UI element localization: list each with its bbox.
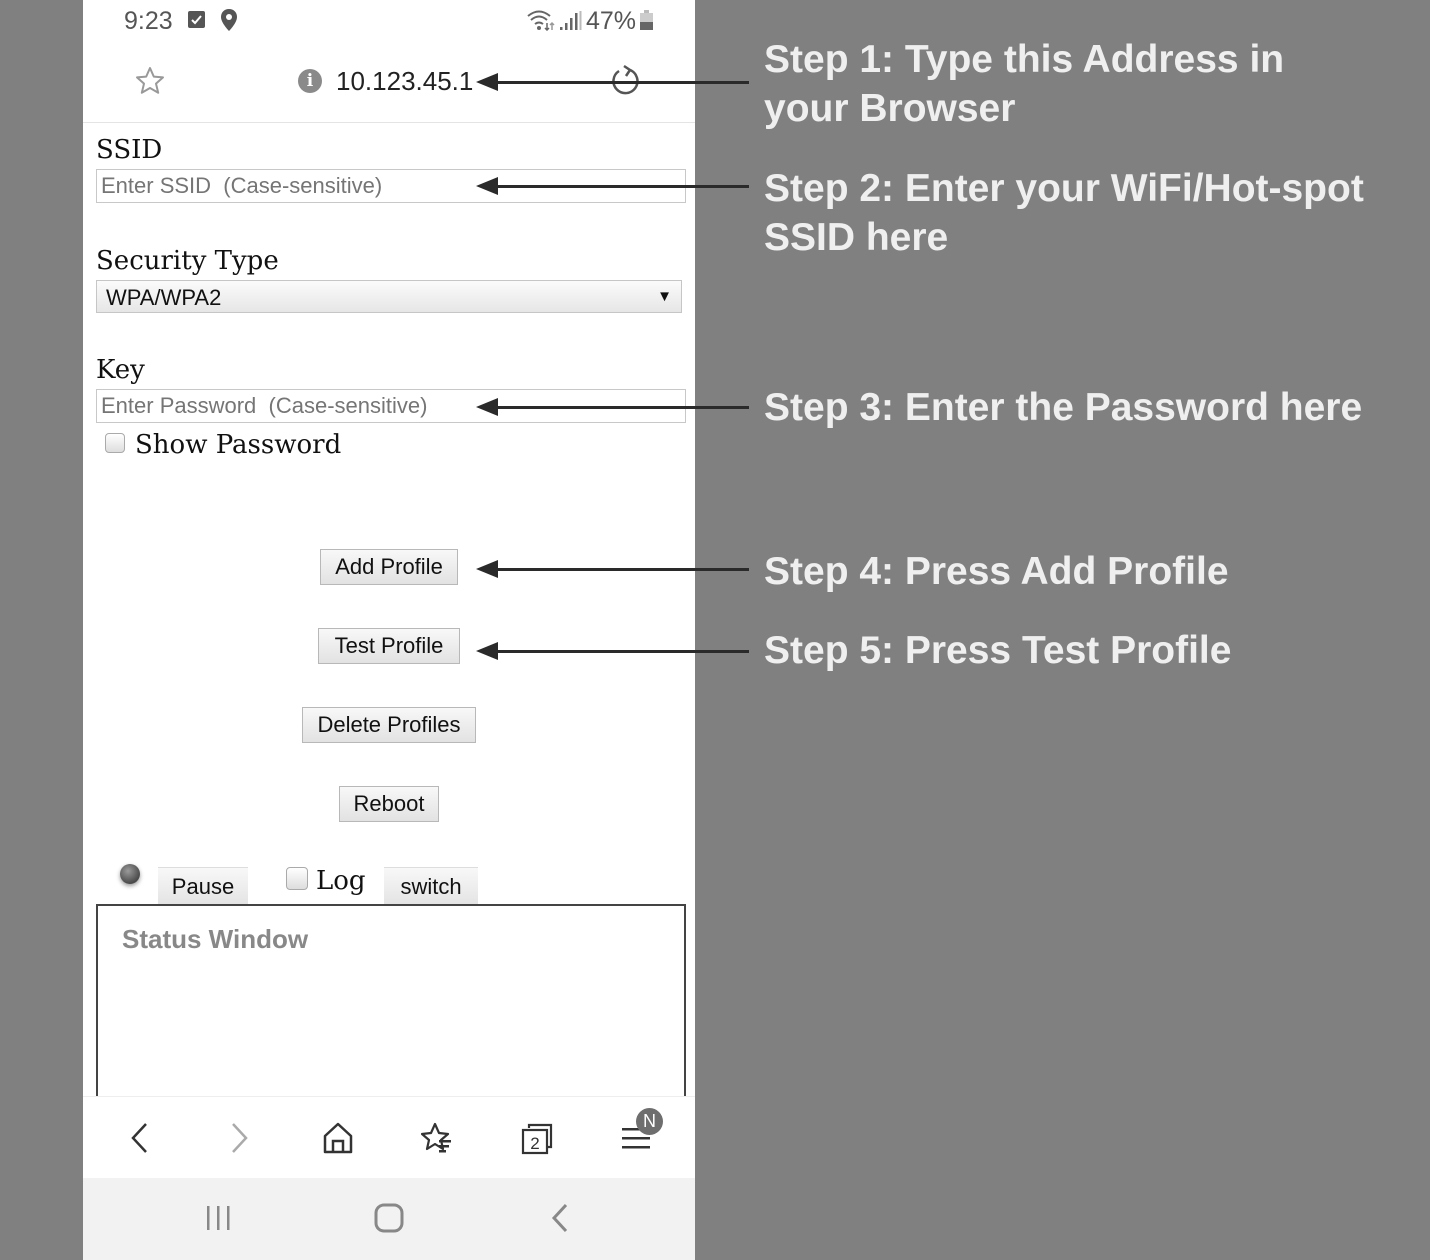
android-nav-bar (83, 1178, 695, 1260)
ssid-label: SSID (96, 135, 163, 165)
back-icon[interactable] (128, 1121, 152, 1160)
annotation-step-3: Step 3: Enter the Password here (764, 386, 1363, 429)
tab-count: 2 (530, 1134, 539, 1153)
show-password-label: Show Password (135, 430, 342, 460)
forward-icon[interactable] (227, 1121, 251, 1160)
annotation-step-1: Step 1: Type this Address in your Browse… (764, 38, 1285, 130)
pause-button[interactable]: Pause (158, 867, 248, 906)
show-password-checkbox[interactable] (105, 433, 125, 453)
status-time: 9:23 (124, 7, 173, 35)
switch-button[interactable]: switch (384, 867, 478, 906)
location-pin-icon (220, 8, 238, 37)
browser-toolbar: 2 N (83, 1096, 695, 1179)
home-icon[interactable] (322, 1121, 354, 1160)
status-led-icon (120, 864, 140, 884)
reboot-button[interactable]: Reboot (339, 786, 439, 822)
add-profile-button[interactable]: Add Profile (320, 549, 458, 585)
url-address[interactable]: 10.123.45.1 (336, 66, 473, 97)
security-type-label: Security Type (96, 246, 279, 276)
status-bar: 9:23 47% (83, 0, 695, 42)
annotation-step-4: Step 4: Press Add Profile (764, 550, 1229, 593)
back-button-icon[interactable] (550, 1203, 570, 1238)
delete-profiles-button[interactable]: Delete Profiles (302, 707, 476, 743)
test-profile-button[interactable]: Test Profile (318, 628, 460, 664)
key-label: Key (96, 355, 145, 385)
battery-icon (640, 10, 653, 30)
dropdown-arrow-icon: ▼ (657, 288, 672, 305)
home-button-icon[interactable] (374, 1203, 404, 1238)
recent-apps-icon[interactable] (205, 1204, 233, 1237)
security-type-select[interactable]: WPA/WPA2 ▼ (96, 280, 682, 313)
info-icon[interactable]: i (298, 69, 322, 93)
signal-icon (560, 11, 582, 36)
tabs-icon[interactable]: 2 (520, 1121, 554, 1160)
annotation-step-5: Step 5: Press Test Profile (764, 629, 1232, 672)
bookmarks-icon[interactable] (420, 1121, 457, 1160)
log-label: Log (316, 866, 366, 896)
battery-percent: 47% (586, 7, 637, 35)
security-type-value: WPA/WPA2 (106, 285, 222, 310)
status-window[interactable]: Status Window (96, 904, 686, 1104)
status-window-title: Status Window (122, 924, 309, 954)
phone-screen: 9:23 47% i 10.123.45.1 SSID Security Typ… (83, 0, 695, 1260)
annotation-step-2: Step 2: Enter your WiFi/Hot-spot SSID he… (764, 167, 1364, 259)
checkbox-icon (188, 11, 205, 28)
log-checkbox[interactable] (286, 867, 308, 890)
menu-notification-badge: N (636, 1108, 663, 1135)
wifi-icon (526, 9, 556, 36)
star-icon[interactable] (134, 65, 166, 102)
